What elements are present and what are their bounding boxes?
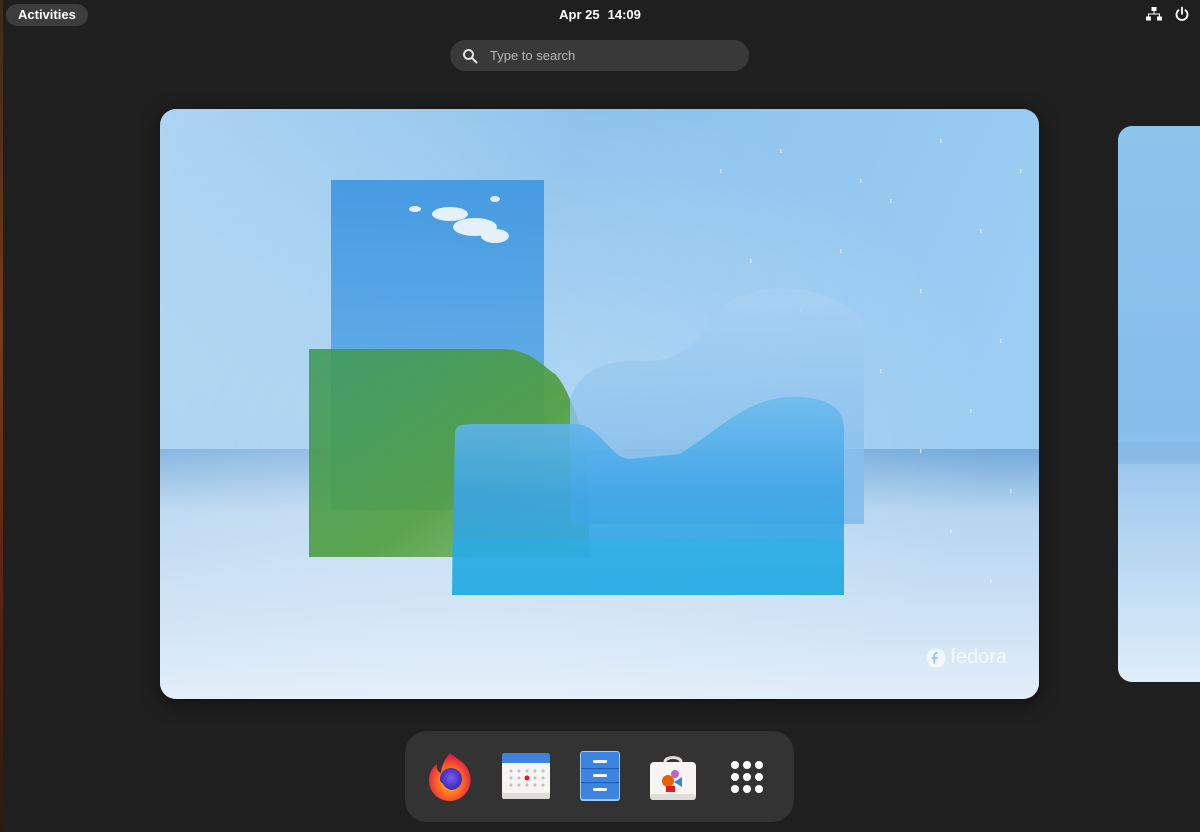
- app-grid-icon: [731, 761, 763, 793]
- dash-item-files[interactable]: [571, 748, 629, 806]
- workspace-thumbnail[interactable]: fedora: [160, 109, 1039, 699]
- system-tray[interactable]: [1146, 6, 1190, 22]
- software-store-icon: [650, 756, 696, 800]
- dash-item-software[interactable]: [644, 748, 702, 806]
- fedora-wordmark: fedora: [950, 646, 1007, 668]
- date-time-button[interactable]: Apr 25 14:09: [0, 7, 1200, 22]
- network-wired-icon[interactable]: [1146, 6, 1162, 22]
- activities-button[interactable]: Activities: [6, 4, 88, 26]
- power-icon[interactable]: [1174, 6, 1190, 22]
- search-input[interactable]: [488, 47, 732, 64]
- firefox-icon: [429, 753, 471, 801]
- wallpaper-image: [160, 109, 1039, 699]
- time-label: 14:09: [607, 7, 641, 22]
- overview-stage: Activities Apr 25 14:09 Type to search f…: [0, 0, 1200, 832]
- fedora-watermark: fedora: [926, 646, 1007, 669]
- files-icon: [580, 751, 620, 801]
- dash-item-calendar[interactable]: [497, 748, 555, 806]
- fedora-logo-icon: [926, 648, 946, 667]
- dash: [405, 731, 794, 822]
- next-workspace-thumbnail[interactable]: [1118, 126, 1200, 682]
- dash-item-show-applications[interactable]: [718, 748, 776, 806]
- date-label: Apr 25: [559, 7, 600, 22]
- search-icon: [463, 48, 478, 63]
- next-wallpaper-image: [1118, 126, 1200, 682]
- calendar-icon: [502, 753, 550, 799]
- search-entry[interactable]: [450, 40, 749, 71]
- dash-item-firefox[interactable]: [421, 748, 479, 806]
- background-edge: [0, 0, 3, 832]
- top-bar: Activities Apr 25 14:09: [0, 0, 1200, 30]
